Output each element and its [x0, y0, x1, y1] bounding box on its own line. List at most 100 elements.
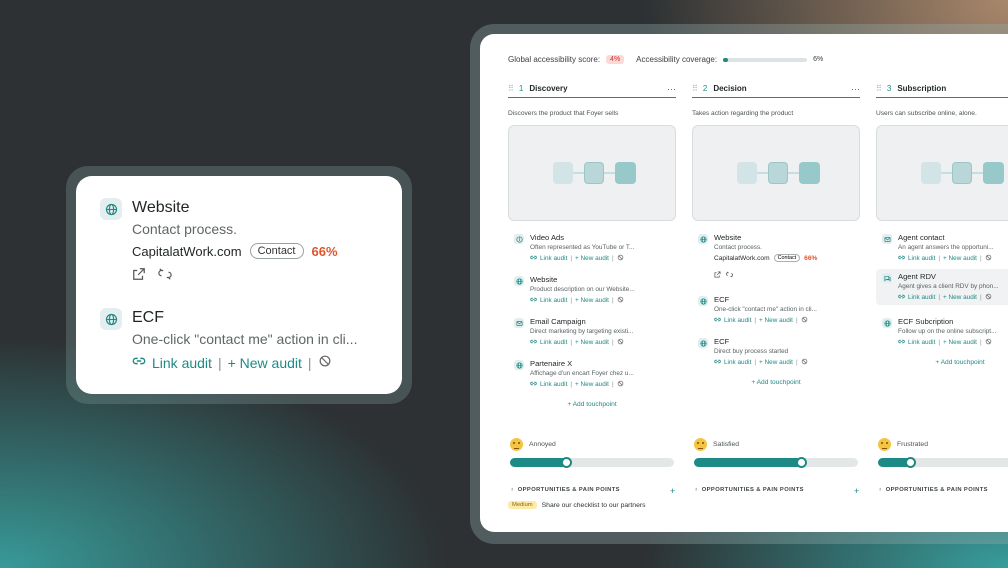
opportunities-label: OPPORTUNITIES & PAIN POINTS: [517, 487, 620, 493]
stage-title: Decision: [713, 84, 747, 93]
touchpoint-desc: Direct marketing by targeting existi...: [530, 328, 634, 335]
chat-icon: [882, 273, 892, 283]
separator: |: [938, 255, 941, 262]
stage-description: Discovers the product that Foyer sells: [508, 110, 619, 117]
emotion-slider[interactable]: [878, 457, 1008, 468]
add-opportunity-button[interactable]: +: [670, 486, 676, 496]
globe-icon: [698, 234, 708, 244]
new-audit-link[interactable]: + New audit: [943, 255, 977, 262]
touchpoint-card[interactable]: Email Campaign Direct marketing by targe…: [508, 317, 676, 347]
block-icon[interactable]: [617, 338, 624, 347]
coverage-fill: [723, 57, 729, 62]
link-audit-link[interactable]: Link audit: [908, 255, 935, 262]
stage-number: 2: [702, 84, 708, 93]
touchpoint-desc: Direct buy process started: [714, 348, 789, 355]
touchpoint-card[interactable]: ECF One-click "contact me" action in cli…: [692, 295, 860, 325]
new-audit-link[interactable]: + New audit: [228, 355, 302, 371]
link-icon: [898, 338, 905, 347]
block-icon[interactable]: [617, 296, 624, 305]
journey-panel: Global accessibility score: 4% Accessibi…: [480, 34, 1008, 532]
globe-icon: [698, 296, 708, 306]
touchpoint-card[interactable]: Website Contact process. CapitalatWork.c…: [692, 233, 860, 283]
link-audit-link[interactable]: Link audit: [540, 297, 567, 304]
touchpoint-title: Agent RDV: [898, 272, 936, 281]
opportunities-label: OPPORTUNITIES & PAIN POINTS: [885, 487, 988, 493]
coverage-bar: [723, 57, 808, 62]
emotion-slider[interactable]: [694, 457, 858, 468]
touchpoint-card[interactable]: ECF Direct buy process started Link audi…: [692, 337, 860, 367]
new-audit-link[interactable]: + New audit: [943, 294, 977, 301]
separator: |: [938, 339, 941, 346]
link-icon: [898, 254, 905, 263]
new-audit-link[interactable]: + New audit: [575, 339, 609, 346]
stage-title: Subscription: [897, 84, 947, 93]
emotion-label: Satisfied: [713, 441, 740, 448]
stage-thumbnail[interactable]: [508, 125, 676, 221]
block-icon[interactable]: [801, 316, 808, 325]
unlink-icon[interactable]: [158, 267, 172, 286]
drag-handle-icon[interactable]: ⠿: [692, 84, 698, 93]
new-audit-link[interactable]: + New audit: [575, 255, 609, 262]
separator: |: [611, 339, 614, 346]
emoji-icon: [694, 438, 707, 451]
lightbulb-icon: ♁: [694, 487, 699, 493]
add-touchpoint-button[interactable]: + Add touchpoint: [876, 359, 1008, 366]
link-audit-link[interactable]: Link audit: [540, 339, 567, 346]
block-icon[interactable]: [985, 293, 992, 302]
zoom-touchpoint-ecf[interactable]: ECF One-click "contact me" action in cli…: [100, 308, 378, 371]
new-audit-link[interactable]: + New audit: [759, 317, 793, 324]
globe-icon: [100, 198, 122, 220]
new-audit-link[interactable]: + New audit: [943, 339, 977, 346]
new-audit-link[interactable]: + New audit: [759, 359, 793, 366]
separator: |: [979, 255, 982, 262]
add-touchpoint-button[interactable]: + Add touchpoint: [692, 379, 860, 386]
link-audit-link[interactable]: Link audit: [724, 317, 751, 324]
drag-handle-icon[interactable]: ⠿: [876, 84, 882, 93]
touchpoint-desc: Contact process.: [714, 244, 762, 251]
add-touchpoint-button[interactable]: + Add touchpoint: [508, 401, 676, 408]
emotion-indicator: Satisfied: [694, 438, 739, 451]
link-audit-link[interactable]: Link audit: [152, 355, 212, 371]
unlink-icon[interactable]: [726, 265, 733, 283]
external-link-icon[interactable]: [132, 267, 146, 286]
new-audit-link[interactable]: + New audit: [575, 381, 609, 388]
touchpoint-card[interactable]: ECF Subcription Follow up on the online …: [876, 317, 1008, 347]
block-icon[interactable]: [617, 380, 624, 389]
touchpoint-card[interactable]: Video Ads Often represented as YouTube o…: [508, 233, 676, 263]
touchpoint-desc: Contact process.: [132, 221, 238, 237]
more-options-icon[interactable]: ···: [667, 84, 676, 94]
touchpoint-card[interactable]: Partenaire X Affichage d'un encart Foyer…: [508, 359, 676, 389]
touchpoint-card[interactable]: Website Product description on our Websi…: [508, 275, 676, 305]
block-icon[interactable]: [801, 358, 808, 367]
lightbulb-icon: ♁: [510, 487, 515, 493]
link-audit-link[interactable]: Link audit: [908, 294, 935, 301]
add-opportunity-button[interactable]: +: [854, 486, 860, 496]
block-icon[interactable]: [985, 338, 992, 347]
opportunity-item[interactable]: Medium Share our checklist to our partne…: [508, 501, 646, 509]
external-link-icon[interactable]: [714, 265, 721, 283]
link-audit-link[interactable]: Link audit: [540, 255, 567, 262]
stage-thumbnail[interactable]: [692, 125, 860, 221]
touchpoint-card[interactable]: Agent RDV Agent gives a client RDV by ph…: [876, 269, 1008, 305]
link-audit-link[interactable]: Link audit: [724, 359, 751, 366]
stage-column-decision: ⠿ 2 Decision ··· Takes action regarding …: [692, 80, 860, 386]
new-audit-link[interactable]: + New audit: [575, 297, 609, 304]
emotion-fill: [694, 458, 803, 467]
separator: |: [754, 359, 757, 366]
zoom-touchpoint-website[interactable]: Website Contact process. CapitalatWork.c…: [100, 198, 378, 286]
link-audit-link[interactable]: Link audit: [540, 381, 567, 388]
touchpoint-card[interactable]: Agent contact An agent answers the oppor…: [876, 233, 1008, 263]
block-icon[interactable]: [617, 254, 624, 263]
emotion-knob[interactable]: [561, 457, 573, 468]
block-icon[interactable]: [318, 354, 332, 371]
drag-handle-icon[interactable]: ⠿: [508, 84, 514, 93]
stage-thumbnail[interactable]: [876, 125, 1008, 221]
link-audit-link[interactable]: Link audit: [908, 339, 935, 346]
separator: |: [307, 354, 312, 371]
emotion-slider[interactable]: [510, 457, 674, 468]
more-options-icon[interactable]: ···: [851, 84, 860, 94]
emotion-knob[interactable]: [904, 457, 916, 468]
emotion-label: Frustrated: [897, 441, 928, 448]
block-icon[interactable]: [985, 254, 992, 263]
emotion-knob[interactable]: [796, 457, 808, 468]
